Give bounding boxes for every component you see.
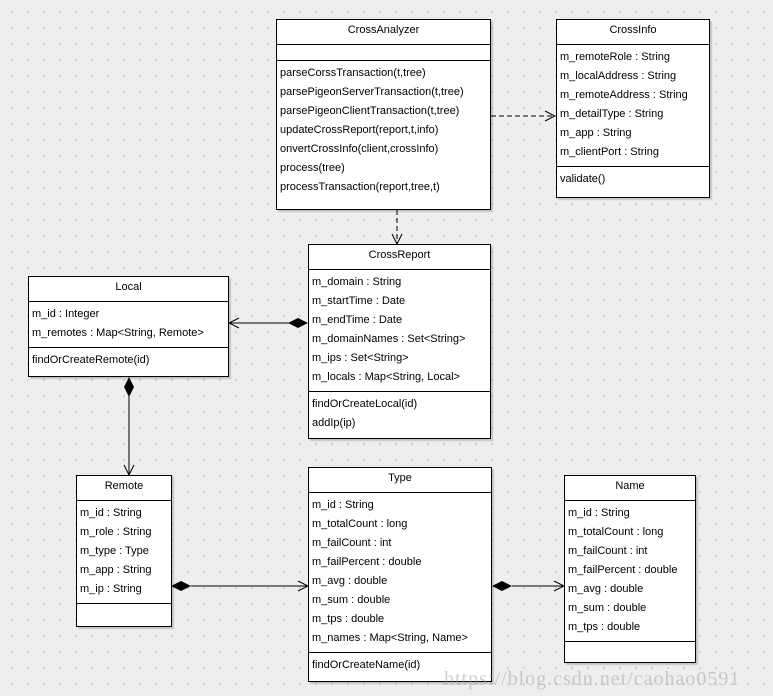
attribute: m_locals : Map<String, Local>	[312, 371, 460, 383]
attribute: m_domain : String	[312, 276, 402, 288]
attribute: m_failPercent : double	[312, 556, 422, 568]
composition-diamond-icon	[288, 318, 308, 328]
composition-diamond-icon	[171, 581, 191, 591]
attribute: m_app : String	[80, 564, 152, 576]
class-local[interactable]: Local m_id : Integer m_remotes : Map<Str…	[28, 276, 229, 377]
class-name: Local	[29, 277, 228, 302]
attribute: m_app : String	[560, 127, 632, 139]
operation: parsePigeonServerTransaction(t,tree)	[280, 86, 464, 98]
attribute: m_failPercent : double	[568, 564, 678, 576]
attribute: m_remoteAddress : String	[560, 89, 688, 101]
attributes-section: m_id : Integer m_remotes : Map<String, R…	[29, 302, 228, 348]
watermark: https://blog.csdn.net/caohao0591	[444, 668, 741, 690]
attribute: m_role : String	[80, 526, 152, 538]
composition-diamond-icon	[492, 581, 512, 591]
class-name: Type	[309, 468, 491, 493]
attribute: m_startTime : Date	[312, 295, 406, 307]
attribute: m_sum : double	[312, 594, 391, 606]
attribute: m_id : Integer	[32, 308, 100, 320]
attribute: m_id : String	[568, 507, 630, 519]
class-name: CrossAnalyzer	[277, 20, 490, 45]
attributes-section: m_remoteRole : String m_localAddress : S…	[557, 45, 709, 167]
operation: updateCrossReport(report,t,info)	[280, 124, 439, 136]
attribute: m_remotes : Map<String, Remote>	[32, 327, 204, 339]
operations-section: findOrCreateLocal(id) addIp(ip)	[309, 392, 490, 437]
operations-section: validate()	[557, 167, 709, 193]
operations-section	[565, 642, 695, 649]
operations-section	[77, 604, 171, 611]
attribute: m_avg : double	[568, 583, 644, 595]
class-crossanalyzer[interactable]: CrossAnalyzer parseCorssTransaction(t,tr…	[276, 19, 491, 210]
attribute: m_sum : double	[568, 602, 647, 614]
operation: addIp(ip)	[312, 417, 356, 429]
attribute: m_ip : String	[80, 583, 142, 595]
attribute: m_domainNames : Set<String>	[312, 333, 466, 345]
attribute: m_clientPort : String	[560, 146, 660, 158]
class-name: CrossInfo	[557, 20, 709, 45]
attribute: m_names : Map<String, Name>	[312, 632, 468, 644]
attribute: m_remoteRole : String	[560, 51, 671, 63]
attribute: m_failCount : int	[568, 545, 648, 557]
attribute: m_localAddress : String	[560, 70, 677, 82]
attribute: m_avg : double	[312, 575, 388, 587]
attributes-section: m_id : String m_totalCount : long m_fail…	[565, 501, 695, 642]
attributes-section	[277, 45, 490, 61]
operation: findOrCreateRemote(id)	[32, 354, 150, 366]
operation: findOrCreateLocal(id)	[312, 398, 418, 410]
attributes-section: m_id : String m_totalCount : long m_fail…	[309, 493, 491, 653]
attribute: m_type : Type	[80, 545, 149, 557]
operation: onvertCrossInfo(client,crossInfo)	[280, 143, 439, 155]
attribute: m_tps : double	[568, 621, 641, 633]
class-crossinfo[interactable]: CrossInfo m_remoteRole : String m_localA…	[556, 19, 710, 198]
class-type[interactable]: Type m_id : String m_totalCount : long m…	[308, 467, 492, 682]
attribute: m_endTime : Date	[312, 314, 403, 326]
class-crossreport[interactable]: CrossReport m_domain : String m_startTim…	[308, 244, 491, 439]
class-name-entity[interactable]: Name m_id : String m_totalCount : long m…	[564, 475, 696, 663]
operation: parsePigeonClientTransaction(t,tree)	[280, 105, 460, 117]
attribute: m_failCount : int	[312, 537, 392, 549]
operations-section: parseCorssTransaction(t,tree) parsePigeo…	[277, 61, 490, 201]
attribute: m_detailType : String	[560, 108, 664, 120]
attribute: m_ips : Set<String>	[312, 352, 409, 364]
operation: processTransaction(report,tree,t)	[280, 181, 440, 193]
class-remote[interactable]: Remote m_id : String m_role : String m_t…	[76, 475, 172, 627]
composition-diamond-icon	[124, 377, 134, 397]
class-name: Name	[565, 476, 695, 501]
operation: validate()	[560, 173, 606, 185]
attribute: m_tps : double	[312, 613, 385, 625]
class-name: Remote	[77, 476, 171, 501]
operation: parseCorssTransaction(t,tree)	[280, 67, 426, 79]
attribute: m_id : String	[80, 507, 142, 519]
class-name: CrossReport	[309, 245, 490, 270]
attribute: m_id : String	[312, 499, 374, 511]
operation: process(tree)	[280, 162, 345, 174]
operations-section: findOrCreateRemote(id)	[29, 348, 228, 374]
attributes-section: m_id : String m_role : String m_type : T…	[77, 501, 171, 604]
attributes-section: m_domain : String m_startTime : Date m_e…	[309, 270, 490, 392]
attribute: m_totalCount : long	[312, 518, 408, 530]
attribute: m_totalCount : long	[568, 526, 664, 538]
